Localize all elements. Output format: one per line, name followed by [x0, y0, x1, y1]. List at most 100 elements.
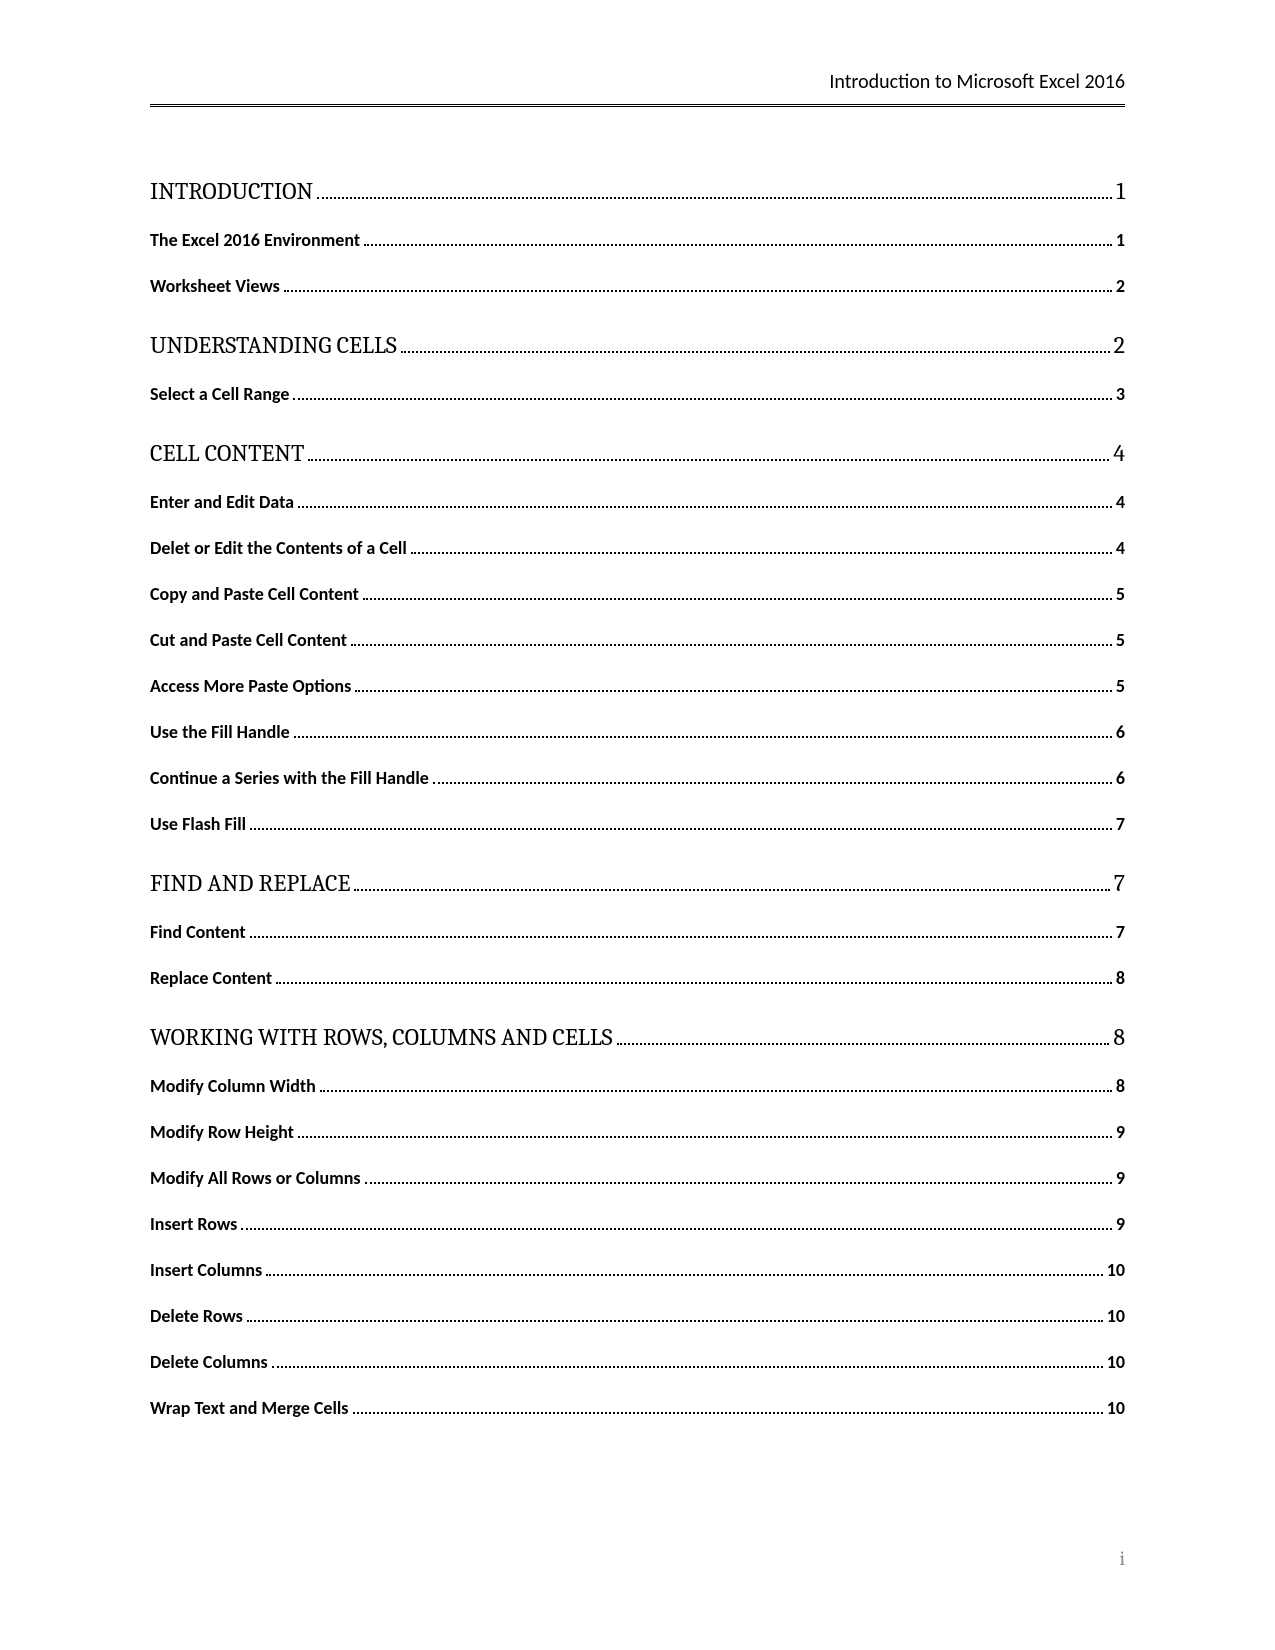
toc-entry-page: 4: [1113, 439, 1125, 467]
toc-entry-title: WORKING WITH ROWS, COLUMNS AND CELLS: [150, 1023, 613, 1051]
toc-entry-page: 10: [1107, 1397, 1125, 1419]
toc-entry-page: 9: [1116, 1213, 1125, 1235]
toc-entry-title: CELL CONTENT: [150, 439, 304, 467]
toc-entry[interactable]: UNDERSTANDING CELLS 2: [150, 331, 1125, 359]
toc-leader-dots: [284, 290, 1112, 292]
toc-entry-page: 5: [1116, 629, 1125, 651]
toc-leader-dots: [250, 828, 1112, 830]
toc-entry-title: Use Flash Fill: [150, 813, 246, 835]
toc-entry-title: INTRODUCTION: [150, 177, 313, 205]
toc-entry[interactable]: Copy and Paste Cell Content 5: [150, 583, 1125, 605]
toc-entry-title: Worksheet Views: [150, 275, 280, 297]
toc-entry-page: 10: [1107, 1351, 1125, 1373]
toc-entry-title: Modify Column Width: [150, 1075, 316, 1097]
toc-leader-dots: [276, 982, 1112, 984]
toc-entry[interactable]: Insert Columns10: [150, 1259, 1125, 1281]
toc-entry-title: Delete Columns: [150, 1351, 268, 1373]
toc-entry-page: 2: [1114, 331, 1125, 359]
toc-leader-dots: [320, 1090, 1112, 1092]
toc-entry-page: 2: [1116, 275, 1125, 297]
toc-entry-title: Use the Fill Handle: [150, 721, 290, 743]
toc-leader-dots: [351, 644, 1112, 646]
toc-entry[interactable]: INTRODUCTION 1: [150, 177, 1125, 205]
toc-leader-dots: [298, 506, 1112, 508]
page-number: i: [1119, 1547, 1125, 1570]
toc-entry-title: Insert Rows: [150, 1213, 237, 1235]
toc-entry-page: 4: [1116, 491, 1125, 513]
toc-entry[interactable]: Select a Cell Range 3: [150, 383, 1125, 405]
toc-leader-dots: [617, 1043, 1110, 1045]
toc-entry-page: 1: [1116, 229, 1125, 251]
toc-leader-dots: [298, 1136, 1112, 1138]
toc-entry-title: Wrap Text and Merge Cells: [150, 1397, 349, 1419]
toc-leader-dots: [247, 1320, 1103, 1322]
toc-entry-title: Select a Cell Range: [150, 383, 289, 405]
toc-entry-page: 9: [1116, 1121, 1125, 1143]
toc-entry-title: Continue a Series with the Fill Handle: [150, 767, 429, 789]
toc-leader-dots: [353, 1412, 1103, 1414]
toc-entry-title: The Excel 2016 Environment: [150, 229, 360, 251]
toc-entry[interactable]: FIND AND REPLACE 7: [150, 869, 1125, 897]
toc-leader-dots: [317, 197, 1112, 199]
toc-entry[interactable]: Enter and Edit Data 4: [150, 491, 1125, 513]
toc-entry[interactable]: Modify Column Width 8: [150, 1075, 1125, 1097]
toc-entry-title: Enter and Edit Data: [150, 491, 294, 513]
toc-entry-page: 10: [1107, 1259, 1125, 1281]
toc-entry-title: Delet or Edit the Contents of a Cell: [150, 537, 407, 559]
toc-entry-page: 3: [1116, 383, 1125, 405]
toc-entry-title: Cut and Paste Cell Content: [150, 629, 347, 651]
toc-entry-page: 5: [1116, 675, 1125, 697]
toc-entry-title: Replace Content: [150, 967, 272, 989]
toc-leader-dots: [308, 459, 1109, 461]
toc-entry-title: Access More Paste Options: [150, 675, 351, 697]
document-header: Introduction to Microsoft Excel 2016: [150, 70, 1125, 107]
toc-entry-page: 4: [1116, 537, 1125, 559]
toc-leader-dots: [293, 398, 1111, 400]
toc-entry[interactable]: The Excel 2016 Environment 1: [150, 229, 1125, 251]
toc-leader-dots: [294, 736, 1112, 738]
toc-entry[interactable]: Find Content7: [150, 921, 1125, 943]
toc-entry[interactable]: Access More Paste Options 5: [150, 675, 1125, 697]
toc-entry-page: 6: [1116, 767, 1125, 789]
toc-entry[interactable]: Delet or Edit the Contents of a Cell 4: [150, 537, 1125, 559]
toc-entry-title: UNDERSTANDING CELLS: [150, 331, 397, 359]
toc-leader-dots: [272, 1366, 1103, 1368]
toc-entry-page: 8: [1113, 1023, 1125, 1051]
toc-entry-page: 8: [1116, 967, 1125, 989]
toc-leader-dots: [355, 690, 1112, 692]
toc-entry-page: 8: [1116, 1075, 1125, 1097]
toc-entry[interactable]: WORKING WITH ROWS, COLUMNS AND CELLS 8: [150, 1023, 1125, 1051]
document-page: Introduction to Microsoft Excel 2016 INT…: [150, 70, 1125, 1570]
toc-entry[interactable]: Delete Rows10: [150, 1305, 1125, 1327]
toc-entry-title: Find Content: [150, 921, 246, 943]
header-title: Introduction to Microsoft Excel 2016: [829, 70, 1125, 94]
toc-entry[interactable]: Modify Row Height 9: [150, 1121, 1125, 1143]
toc-entry[interactable]: Delete Columns 10: [150, 1351, 1125, 1373]
toc-entry-page: 1: [1116, 177, 1125, 205]
toc-entry[interactable]: Wrap Text and Merge Cells 10: [150, 1397, 1125, 1419]
toc-entry-title: Modify Row Height: [150, 1121, 294, 1143]
toc-entry[interactable]: Use the Fill Handle 6: [150, 721, 1125, 743]
toc-leader-dots: [241, 1228, 1112, 1230]
toc-entry[interactable]: Replace Content 8: [150, 967, 1125, 989]
toc-entry[interactable]: Use Flash Fill 7: [150, 813, 1125, 835]
toc-entry[interactable]: Insert Rows 9: [150, 1213, 1125, 1235]
toc-entry-title: FIND AND REPLACE: [150, 869, 350, 897]
toc-entry-page: 6: [1116, 721, 1125, 743]
toc-entry[interactable]: Modify All Rows or Columns 9: [150, 1167, 1125, 1189]
toc-leader-dots: [364, 244, 1112, 246]
toc-entry-page: 7: [1114, 869, 1125, 897]
toc-entry-page: 5: [1116, 583, 1125, 605]
toc-entry[interactable]: CELL CONTENT 4: [150, 439, 1125, 467]
toc-leader-dots: [266, 1274, 1103, 1276]
toc-entry[interactable]: Cut and Paste Cell Content 5: [150, 629, 1125, 651]
toc-entry[interactable]: Worksheet Views 2: [150, 275, 1125, 297]
toc-entry-title: Modify All Rows or Columns: [150, 1167, 361, 1189]
toc-entry[interactable]: Continue a Series with the Fill Handle 6: [150, 767, 1125, 789]
table-of-contents: INTRODUCTION 1 The Excel 2016 Environment 1…: [150, 177, 1125, 1419]
toc-entry-page: 9: [1116, 1167, 1125, 1189]
toc-entry-title: Copy and Paste Cell Content: [150, 583, 359, 605]
toc-entry-title: Delete Rows: [150, 1305, 243, 1327]
toc-entry-page: 7: [1116, 813, 1125, 835]
toc-leader-dots: [363, 598, 1112, 600]
